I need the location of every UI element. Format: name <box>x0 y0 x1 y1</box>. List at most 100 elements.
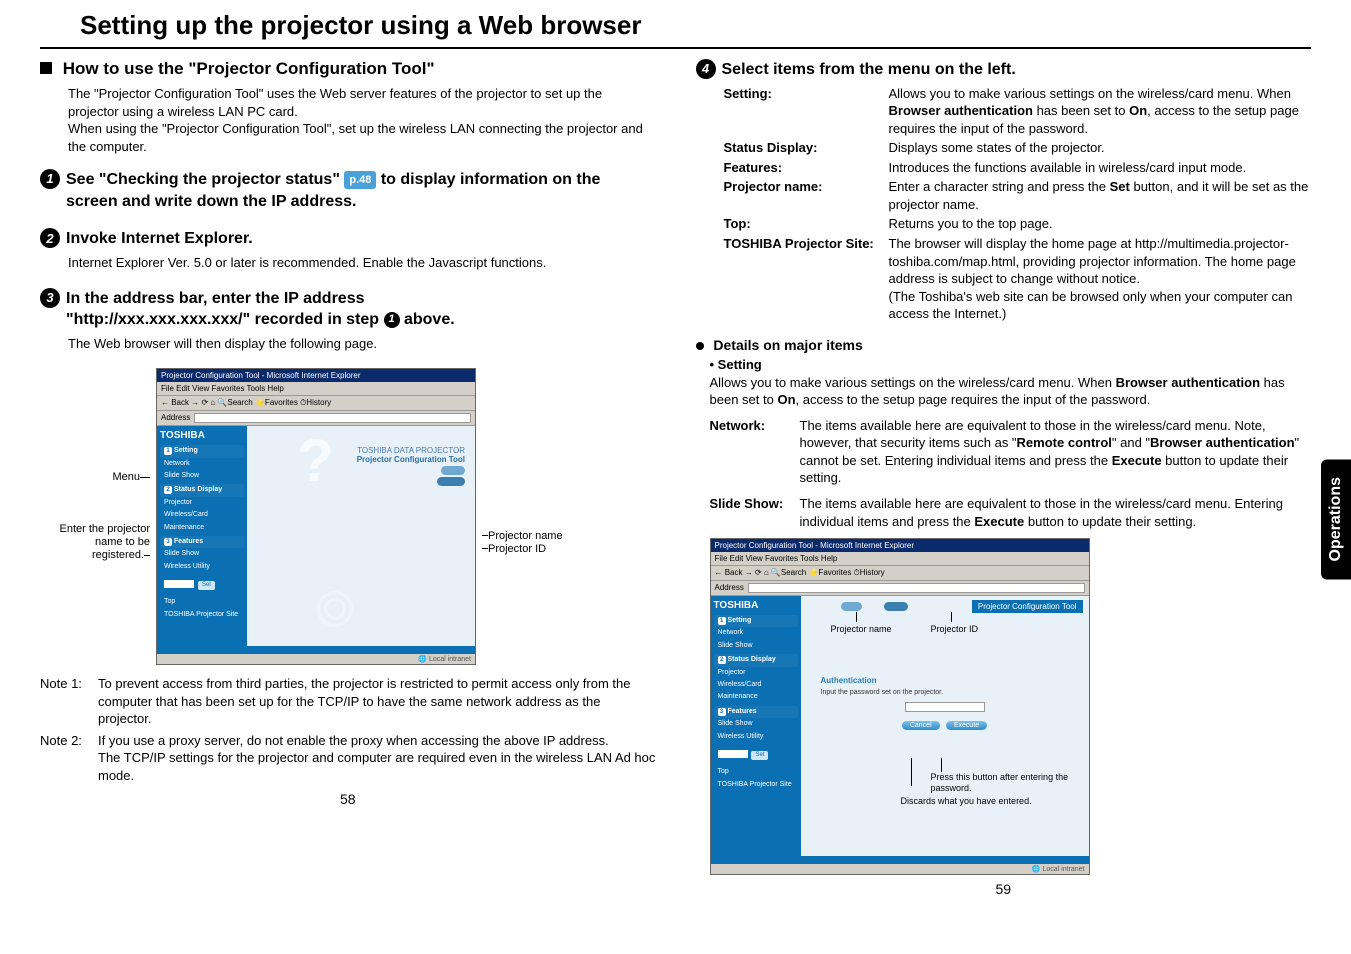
note-1-label: Note 1: <box>40 675 98 728</box>
browser-footer <box>157 646 475 654</box>
label-projector-id: Projector ID <box>482 543 563 556</box>
details-heading: Details on major items <box>696 337 1312 353</box>
sb-name-input-2[interactable] <box>718 750 748 758</box>
drow-network: Network: The items available here are eq… <box>710 417 1312 487</box>
row-setting: Setting: Allows you to make various sett… <box>724 85 1312 138</box>
sb-wireless-2[interactable]: Wireless/Card <box>714 679 798 691</box>
top-pjid-badge <box>884 602 908 611</box>
browser-status-2: 🌐 Local intranet <box>711 864 1089 874</box>
projector-name-badge <box>441 466 465 475</box>
label-projector-name: Projector name <box>482 530 563 543</box>
sb-projector-2[interactable]: Projector <box>714 667 798 679</box>
sb-site-2[interactable]: TOSHIBA Projector Site <box>714 779 798 791</box>
sb-features-2[interactable]: 3Features <box>714 706 798 718</box>
sb-slideshow-2[interactable]: Slide Show <box>160 548 244 560</box>
step-3-text: In the address bar, enter the IP address… <box>66 288 656 331</box>
page-ref-badge: p.48 <box>344 171 376 190</box>
step-3-line-2-pre: "http://xxx.xxx.xxx.xxx/" recorded in st… <box>66 311 384 328</box>
sb-status[interactable]: 2Status Display <box>160 484 244 496</box>
fig2-label-pjid: Projector ID <box>931 624 979 634</box>
operations-side-tab: Operations <box>1321 459 1351 579</box>
main-title-2b: Projector Configuration Tool <box>972 600 1083 613</box>
how-to-heading-text: How to use the "Projector Configuration … <box>63 59 435 78</box>
browser-footer-2 <box>711 856 1089 864</box>
step-ref-1-icon: 1 <box>384 312 400 328</box>
auth-buttons: Cancel Execute <box>821 720 1069 730</box>
sb-projector[interactable]: Projector <box>160 497 244 509</box>
leader-2 <box>951 612 952 622</box>
auth-box: Authentication Input the password set on… <box>821 676 1069 730</box>
sb-features[interactable]: 3Features <box>160 536 244 548</box>
auth-title: Authentication <box>821 676 1069 685</box>
sb-top-2[interactable]: Top <box>714 766 798 778</box>
sb-slideshow-2c[interactable]: Slide Show <box>714 718 798 730</box>
sb-site[interactable]: TOSHIBA Projector Site <box>160 609 244 621</box>
fig2-label-pjname: Projector name <box>831 624 892 634</box>
note-2-body: If you use a proxy server, do not enable… <box>98 732 656 785</box>
step-4-badge-icon: 4 <box>696 59 716 79</box>
execute-button[interactable]: Execute <box>946 721 987 730</box>
sb-setting-2[interactable]: 1Setting <box>714 615 798 627</box>
sb-set-button-2[interactable]: Set <box>751 751 768 760</box>
sb-set-button[interactable]: Set <box>198 581 215 590</box>
address-label-2: Address <box>715 583 744 593</box>
step-2-heading: 2 Invoke Internet Explorer. <box>40 228 656 250</box>
figure-1-left-labels: Menu Enter the projector name to be regi… <box>40 471 150 562</box>
note-2-label: Note 2: <box>40 732 98 785</box>
main-title-2: Projector Configuration Tool <box>357 455 465 464</box>
sidebar-brand: TOSHIBA <box>160 430 244 441</box>
sb-wutil[interactable]: Wireless Utility <box>160 561 244 573</box>
step-2-badge-icon: 2 <box>40 228 60 248</box>
cancel-button[interactable]: Cancel <box>902 721 940 730</box>
note-2: Note 2: If you use a proxy server, do no… <box>40 732 656 785</box>
drow-slideshow: Slide Show: The items available here are… <box>710 495 1312 530</box>
browser-content-2: TOSHIBA 1Setting Network Slide Show 2Sta… <box>711 596 1089 856</box>
sb-status-2[interactable]: 2Status Display <box>714 654 798 666</box>
address-input-2[interactable] <box>748 583 1085 593</box>
sb-wireless[interactable]: Wireless/Card <box>160 509 244 521</box>
sb-maint-2[interactable]: Maintenance <box>714 691 798 703</box>
browser-titlebar: Projector Configuration Tool - Microsoft… <box>157 369 475 382</box>
browser-main-2: Projector Configuration Tool Projector n… <box>801 596 1089 856</box>
mock-browser-1: Projector Configuration Tool - Microsoft… <box>156 368 476 665</box>
sb-network[interactable]: Network <box>160 458 244 470</box>
page-number-right: 59 <box>696 881 1312 897</box>
sb-name-input[interactable] <box>164 580 194 588</box>
projector-id-badge <box>437 477 465 486</box>
left-column: How to use the "Projector Configuration … <box>40 59 656 897</box>
sb-slideshow[interactable]: Slide Show <box>160 470 244 482</box>
mock-browser-2: Projector Configuration Tool - Microsoft… <box>710 538 1090 875</box>
right-column: Operations 4 Select items from the menu … <box>696 59 1312 897</box>
intro-paragraph: The "Projector Configuration Tool" uses … <box>68 85 656 155</box>
step-1-heading: 1 See "Checking the projector status" p.… <box>40 169 656 212</box>
browser-toolbar-2: ← Back → ⟳ ⌂ 🔍Search ⭐Favorites ⏱History <box>711 566 1089 581</box>
address-label: Address <box>161 413 190 423</box>
notes-block: Note 1: To prevent access from third par… <box>40 675 656 784</box>
intro-line-1: The "Projector Configuration Tool" uses … <box>68 86 602 119</box>
sb-network-2[interactable]: Network <box>714 627 798 639</box>
sb-wutil-2[interactable]: Wireless Utility <box>714 731 798 743</box>
status-label: Status Display: <box>724 139 889 157</box>
figure-1: Menu Enter the projector name to be regi… <box>40 368 656 665</box>
sb-name-input-row: Set <box>160 577 244 592</box>
setting-sub-body: Allows you to make various settings on t… <box>710 374 1312 409</box>
ghost-wifi-icon <box>307 586 357 626</box>
sb-maint[interactable]: Maintenance <box>160 522 244 534</box>
menu-items-table: Setting: Allows you to make various sett… <box>724 85 1312 323</box>
address-input[interactable] <box>194 413 471 423</box>
figure-2-container: Projector Configuration Tool - Microsoft… <box>710 538 1312 875</box>
pjname-label: Projector name: <box>724 178 889 213</box>
pjname-desc: Enter a character string and press the S… <box>889 178 1312 213</box>
browser-toolbar: ← Back → ⟳ ⌂ 🔍Search ⭐Favorites ⏱History <box>157 396 475 411</box>
page-number-left: 58 <box>40 791 656 807</box>
sb-name-input-row-2: Set <box>714 747 798 762</box>
sb-slideshow-2b[interactable]: Slide Show <box>714 640 798 652</box>
sb-setting[interactable]: 1Setting <box>160 445 244 457</box>
row-site: TOSHIBA Projector Site: The browser will… <box>724 235 1312 323</box>
setting-sub-heading: • Setting <box>710 357 1312 372</box>
step-3-line-1: In the address bar, enter the IP address <box>66 290 364 307</box>
browser-content: TOSHIBA 1Setting Network Slide Show 2Sta… <box>157 426 475 646</box>
sb-top[interactable]: Top <box>160 596 244 608</box>
auth-password-input[interactable] <box>905 702 985 712</box>
sidebar-brand-2: TOSHIBA <box>714 600 798 611</box>
